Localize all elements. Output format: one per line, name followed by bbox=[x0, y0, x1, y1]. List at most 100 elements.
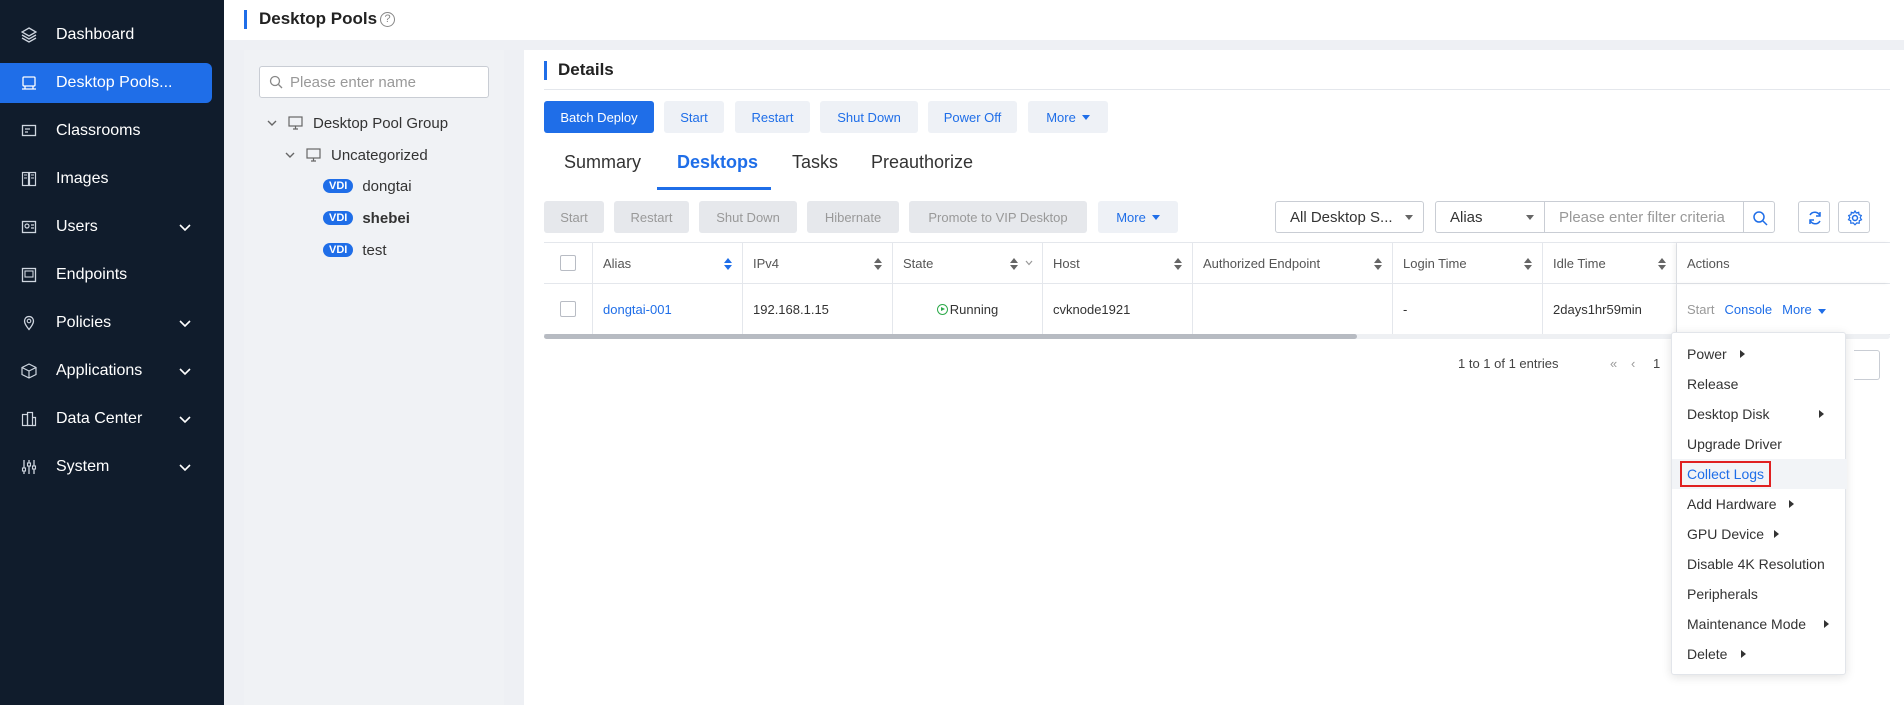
cell-idle-time: 2days1hr59min bbox=[1543, 284, 1677, 334]
row-checkbox[interactable] bbox=[560, 301, 576, 317]
monitor-icon bbox=[288, 116, 303, 130]
nav-label: Users bbox=[56, 218, 98, 235]
select-all-checkbox[interactable] bbox=[560, 255, 576, 271]
classroom-icon bbox=[21, 124, 37, 137]
tab-desktops[interactable]: Desktops bbox=[677, 152, 758, 173]
nav-policies[interactable]: Policies bbox=[0, 303, 224, 343]
tree-node-root[interactable]: Desktop Pool Group bbox=[266, 111, 448, 135]
prev-page-icon[interactable]: ‹ bbox=[1631, 356, 1635, 371]
menu-item-gpu-device[interactable]: GPU Device bbox=[1672, 519, 1847, 549]
tree-node-pool[interactable]: VDI test bbox=[323, 238, 387, 262]
more-button[interactable]: More bbox=[1028, 101, 1108, 133]
column-header-ipv4[interactable]: IPv4 bbox=[743, 243, 893, 283]
chevron-down-icon bbox=[179, 368, 191, 376]
row-more-action[interactable]: More bbox=[1782, 302, 1826, 317]
search-icon bbox=[269, 75, 283, 89]
shut-down-button[interactable]: Shut Down bbox=[820, 101, 918, 133]
table-row: dongtai-001 192.168.1.15 Running cvknode… bbox=[544, 284, 1890, 335]
tab-preauthorize[interactable]: Preauthorize bbox=[871, 152, 973, 173]
column-header-state[interactable]: State bbox=[893, 243, 1043, 283]
shut-down-desktop-button[interactable]: Shut Down bbox=[699, 201, 797, 233]
power-off-button[interactable]: Power Off bbox=[928, 101, 1017, 133]
filter-search-button[interactable] bbox=[1743, 201, 1775, 233]
desktop-status-select[interactable]: All Desktop S... bbox=[1275, 201, 1424, 233]
sort-icon bbox=[1174, 258, 1182, 270]
sort-icon bbox=[874, 258, 882, 270]
caret-down-icon bbox=[1081, 114, 1090, 120]
desktop-pool-icon bbox=[22, 76, 36, 90]
nav-desktop-pools[interactable]: Desktop Pools... bbox=[0, 63, 224, 103]
tree-search-box bbox=[259, 66, 489, 98]
monitor-icon bbox=[306, 148, 321, 162]
menu-item-release[interactable]: Release bbox=[1672, 369, 1847, 399]
menu-item-maintenance-mode[interactable]: Maintenance Mode bbox=[1672, 609, 1847, 639]
first-page-icon[interactable]: « bbox=[1610, 356, 1617, 371]
restart-desktop-button[interactable]: Restart bbox=[614, 201, 689, 233]
nav-endpoints[interactable]: Endpoints bbox=[0, 255, 224, 295]
column-header-idle-time[interactable]: Idle Time bbox=[1543, 243, 1677, 283]
page-header: Desktop Pools ? bbox=[224, 0, 1904, 40]
cell-login-time: - bbox=[1393, 284, 1543, 334]
menu-item-label: Collect Logs bbox=[1680, 461, 1772, 487]
more-label: More bbox=[1046, 109, 1076, 125]
tab-summary[interactable]: Summary bbox=[564, 152, 641, 173]
tab-tasks[interactable]: Tasks bbox=[792, 152, 838, 173]
column-label: Alias bbox=[603, 255, 632, 271]
cell-state: Running bbox=[893, 284, 1043, 334]
help-icon[interactable]: ? bbox=[380, 12, 395, 27]
nav-applications[interactable]: Applications bbox=[0, 351, 224, 391]
column-header-authorized-endpoint[interactable]: Authorized Endpoint bbox=[1193, 243, 1393, 283]
cell-actions: Start Console More bbox=[1677, 284, 1890, 334]
nav-system[interactable]: System bbox=[0, 447, 224, 487]
nav-classrooms[interactable]: Classrooms bbox=[0, 111, 224, 151]
column-header-alias[interactable]: Alias bbox=[593, 243, 743, 283]
start-button[interactable]: Start bbox=[664, 101, 724, 133]
menu-item-label: Release bbox=[1687, 376, 1739, 392]
menu-item-disable-4k[interactable]: Disable 4K Resolution bbox=[1672, 549, 1847, 579]
menu-item-upgrade-driver[interactable]: Upgrade Driver bbox=[1672, 429, 1847, 459]
menu-item-power[interactable]: Power bbox=[1672, 339, 1847, 369]
caret-down-icon bbox=[1817, 308, 1826, 314]
details-title: Details bbox=[558, 60, 614, 79]
promote-vip-button[interactable]: Promote to VIP Desktop bbox=[909, 201, 1087, 233]
nav-data-center[interactable]: Data Center bbox=[0, 399, 224, 439]
current-page[interactable]: 1 bbox=[1653, 356, 1660, 371]
column-header-login-time[interactable]: Login Time bbox=[1393, 243, 1543, 283]
chevron-down-icon bbox=[179, 416, 191, 424]
filter-field-select[interactable]: Alias bbox=[1435, 201, 1545, 233]
caret-down-icon bbox=[1151, 214, 1160, 220]
menu-item-peripherals[interactable]: Peripherals bbox=[1672, 579, 1847, 609]
row-start-action[interactable]: Start bbox=[1687, 302, 1714, 317]
menu-item-delete[interactable]: Delete bbox=[1672, 639, 1847, 669]
row-console-action[interactable]: Console bbox=[1724, 302, 1772, 317]
filter-chevron-icon[interactable] bbox=[1024, 258, 1034, 268]
menu-item-collect-logs[interactable]: Collect Logs bbox=[1672, 459, 1847, 489]
tree-search-input[interactable] bbox=[290, 72, 480, 92]
nav-users[interactable]: Users bbox=[0, 207, 224, 247]
menu-item-desktop-disk[interactable]: Desktop Disk bbox=[1672, 399, 1847, 429]
tree-node-pool-selected[interactable]: VDI shebei bbox=[323, 206, 410, 230]
menu-item-add-hardware[interactable]: Add Hardware bbox=[1672, 489, 1847, 519]
desktop-more-button[interactable]: More bbox=[1098, 201, 1178, 233]
restart-button[interactable]: Restart bbox=[735, 101, 810, 133]
more-label: More bbox=[1782, 301, 1812, 317]
start-desktop-button[interactable]: Start bbox=[544, 201, 604, 233]
chevron-down-icon bbox=[179, 224, 191, 232]
hibernate-button[interactable]: Hibernate bbox=[807, 201, 899, 233]
column-header-host[interactable]: Host bbox=[1043, 243, 1193, 283]
nav-images[interactable]: Images bbox=[0, 159, 224, 199]
settings-button[interactable] bbox=[1838, 201, 1870, 233]
scrollbar-thumb[interactable] bbox=[544, 334, 1357, 339]
filter-criteria-input[interactable] bbox=[1544, 201, 1744, 233]
page-size-select[interactable] bbox=[1854, 350, 1880, 380]
nav-label: Dashboard bbox=[56, 26, 135, 43]
batch-deploy-button[interactable]: Batch Deploy bbox=[544, 101, 654, 133]
title-accent-bar bbox=[544, 61, 547, 80]
select-value: All Desktop S... bbox=[1290, 208, 1393, 226]
refresh-button[interactable] bbox=[1798, 201, 1830, 233]
tree-node-pool[interactable]: VDI dongtai bbox=[323, 174, 412, 198]
nav-dashboard[interactable]: Dashboard bbox=[0, 15, 224, 55]
desktop-alias-link[interactable]: dongtai-001 bbox=[603, 302, 672, 317]
tree-node-group[interactable]: Uncategorized bbox=[284, 143, 428, 167]
column-header-actions: Actions bbox=[1677, 243, 1890, 283]
